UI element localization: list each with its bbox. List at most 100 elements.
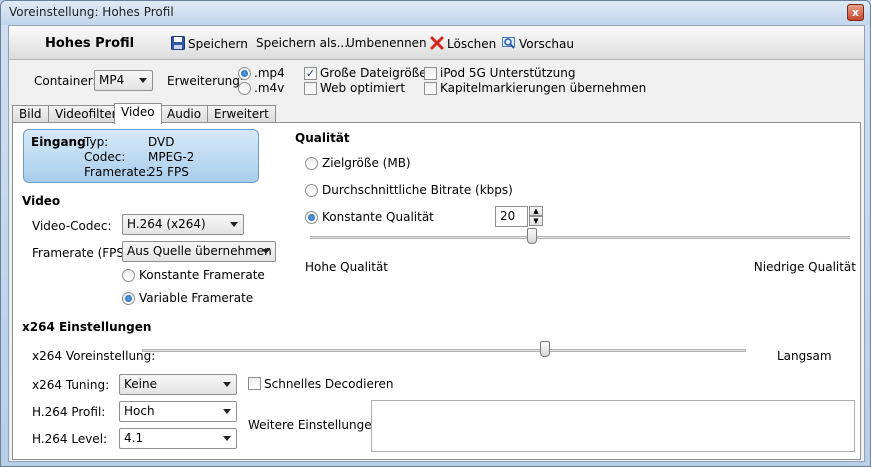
h264-level-dropdown[interactable]: 4.1 [119,428,237,449]
large-file-label: Große Dateigröße [320,66,427,80]
tab-audio[interactable]: Audio [160,105,209,123]
variable-fps-label: Variable Framerate [139,291,254,305]
toolbar: Hohes Profil Speichern Speichern als... … [9,26,864,60]
tab-video[interactable]: Video [114,103,162,124]
save-label: Speichern [188,37,248,51]
fast-decode-label: Schnelles Decodieren [264,377,394,391]
constant-fps-radio[interactable] [122,269,135,282]
quality-low-label: Hohe Qualität [305,260,389,274]
quality-slider-track[interactable] [310,236,850,239]
source-heading: Eingang [31,135,86,149]
video-tab-panel: Eingang Typ: DVD Codec: MPEG-2 Framerate… [12,122,861,460]
red-x-icon [430,36,444,50]
rf-value-input[interactable]: 20 [495,206,528,227]
delete-label: Löschen [447,37,497,51]
video-heading: Video [22,194,61,208]
framerate-label: Framerate (FPS): [32,246,133,260]
quality-high-label: Niedrige Qualität [753,260,856,274]
source-info-box: Eingang Typ: DVD Codec: MPEG-2 Framerate… [23,129,259,183]
x264-tune-dropdown[interactable]: Keine [119,374,237,395]
extension-label: Erweiterung: [167,74,244,88]
x264-heading: x264 Einstellungen [22,320,152,334]
source-type-label: Typ: [84,135,109,149]
preview-label: Vorschau [519,37,574,51]
container-label: Container: [34,74,97,88]
floppy-disk-icon [171,36,185,50]
extra-options-label: Weitere Einstellungen: [248,418,384,432]
video-codec-value: H.264 (x264) [127,217,206,231]
constant-fps-label: Konstante Framerate [139,268,265,282]
h264-profile-dropdown[interactable]: Hoch [119,401,237,422]
spin-up-icon[interactable]: ▲ [529,206,543,216]
tab-bild[interactable]: Bild [12,105,49,123]
h264-level-label: H.264 Level: [32,432,108,446]
extra-options-textarea[interactable] [371,400,855,452]
target-size-label: Zielgröße (MB) [322,156,411,170]
x264-tune-value: Keine [124,377,157,391]
variable-fps-radio[interactable] [122,292,135,305]
window-title: Voreinstellung: Hohes Profil [9,5,174,19]
x264-preset-slider-thumb[interactable] [540,341,550,357]
framerate-dropdown[interactable]: Aus Quelle übernehmen [122,241,276,262]
chevron-down-icon [223,409,231,414]
preset-window: Voreinstellung: Hohes Profil x Hohes Pro… [0,0,871,467]
ext-mp4-label: .mp4 [254,66,285,80]
close-button[interactable]: x [847,4,864,21]
avg-bitrate-radio[interactable] [305,184,318,197]
chevron-down-icon [223,436,231,441]
source-fps-label: Framerate: [84,165,150,179]
chevron-down-icon [139,78,147,83]
magnifier-icon [502,37,515,49]
h264-profile-label: H.264 Profil: [32,405,106,419]
ext-mp4-radio[interactable] [238,67,251,80]
rf-spinner[interactable]: ▲ ▼ [529,206,543,227]
constant-quality-label: Konstante Qualität [322,210,434,224]
x264-preset-slider[interactable] [142,341,746,363]
ext-m4v-label: .m4v [254,81,285,95]
chapters-label: Kapitelmarkierungen übernehmen [440,81,647,95]
x264-preset-label: x264 Voreinstellung: [32,349,156,363]
source-type-value: DVD [148,135,175,149]
source-codec-value: MPEG-2 [148,150,195,164]
constant-quality-radio[interactable] [305,211,318,224]
ipod-label: iPod 5G Unterstützung [440,66,576,80]
delete-button[interactable]: Löschen [430,36,496,51]
preset-name: Hohes Profil [45,36,135,51]
chapters-checkbox[interactable] [424,82,437,95]
web-optimized-checkbox[interactable] [304,82,317,95]
quality-heading: Qualität [295,131,350,145]
target-size-radio[interactable] [305,157,318,170]
spin-down-icon[interactable]: ▼ [529,216,543,226]
web-optimized-label: Web optimiert [320,81,406,95]
source-fps-value: 25 FPS [148,165,189,179]
x264-preset-value: Langsam [777,349,832,363]
container-dropdown[interactable]: MP4 [94,70,153,91]
tab-erweitert[interactable]: Erweitert [207,105,276,123]
container-value: MP4 [99,73,125,87]
fast-decode-checkbox[interactable] [248,377,261,390]
save-as-button[interactable]: Speichern als... [256,36,348,50]
ext-m4v-radio[interactable] [238,82,251,95]
quality-slider[interactable] [310,228,850,250]
preview-button[interactable]: Vorschau [502,36,574,51]
large-file-checkbox[interactable]: ✓ [304,67,317,80]
h264-level-value: 4.1 [124,431,144,445]
x264-preset-slider-track[interactable] [142,349,746,352]
chevron-down-icon [223,382,231,387]
save-button[interactable]: Speichern [171,36,248,51]
title-bar[interactable]: Voreinstellung: Hohes Profil x [1,1,870,25]
quality-slider-thumb[interactable] [527,228,537,244]
chevron-down-icon [262,249,270,254]
tab-videofilter[interactable]: Videofilter [48,105,124,123]
rename-button[interactable]: Umbenennen [346,36,427,50]
client-area: Hohes Profil Speichern Speichern als... … [8,25,865,462]
framerate-value: Aus Quelle übernehmen [127,244,272,258]
avg-bitrate-label: Durchschnittliche Bitrate (kbps) [322,183,513,197]
chevron-down-icon [230,222,238,227]
x264-tune-label: x264 Tuning: [32,378,110,392]
source-codec-label: Codec: [84,150,126,164]
video-codec-label: Video-Codec: [32,219,112,233]
ipod-checkbox[interactable] [424,67,437,80]
video-codec-dropdown[interactable]: H.264 (x264) [122,214,244,235]
h264-profile-value: Hoch [124,404,155,418]
